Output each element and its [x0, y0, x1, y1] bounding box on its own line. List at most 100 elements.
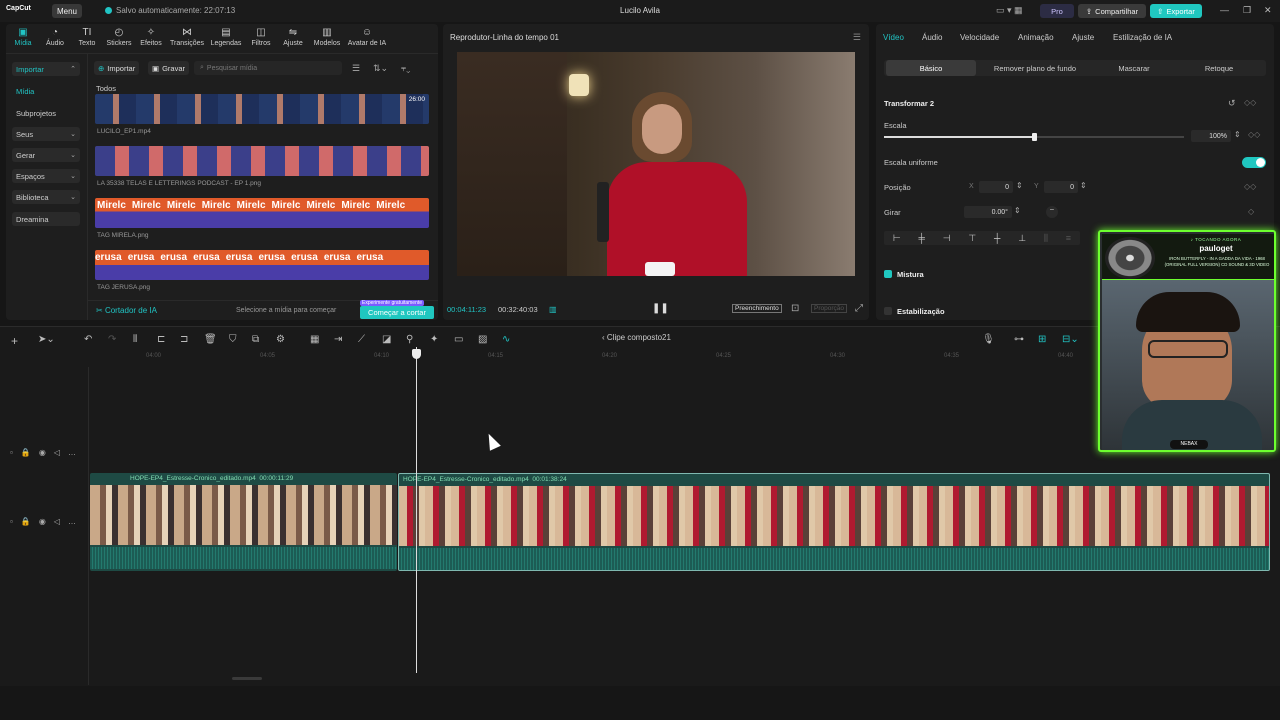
eye-icon[interactable]: ◉ [39, 517, 46, 526]
export-button[interactable]: ⇧ Exportar [1150, 4, 1202, 18]
scale-slider-knob[interactable] [1032, 133, 1037, 141]
waveform-icon[interactable]: ▥ [549, 305, 557, 314]
fill-button[interactable]: Preenchimento [732, 304, 782, 313]
ratio-button[interactable]: Proporção [811, 304, 847, 313]
stabilize-checkbox[interactable] [884, 307, 892, 315]
keyframe-icon[interactable]: ◇◇ [1248, 130, 1260, 139]
speed-icon[interactable]: ⚙ [276, 334, 285, 345]
keyframe-icon[interactable]: ◇◇ [1244, 182, 1256, 191]
more-icon[interactable]: … [68, 517, 76, 526]
menu-icon[interactable]: ☰ [853, 32, 861, 43]
undo-icon[interactable]: ↶ [84, 334, 92, 345]
share-button[interactable]: ⇪ Compartilhar [1078, 4, 1146, 18]
delete-icon[interactable]: 🗑 [204, 334, 217, 345]
tool-captions[interactable]: ▤ Legendas [209, 27, 243, 47]
rotate-field[interactable]: 0.00° [964, 206, 1012, 218]
sidebar-item-dreamina[interactable]: Dreamina [12, 212, 80, 226]
audio-wave-icon[interactable]: ∿ [502, 334, 510, 345]
tool-audio[interactable]: ◔ Áudio [38, 27, 72, 47]
eye-icon[interactable]: ◉ [39, 448, 46, 457]
align-middle-icon[interactable]: ┼ [994, 233, 1000, 243]
redo-icon[interactable]: ↷ [108, 334, 116, 345]
transform-heading[interactable]: Transformar 2 [884, 99, 934, 108]
distribute-h-icon[interactable]: ⫼ [1044, 233, 1048, 244]
crop-icon[interactable]: ⊡ [791, 303, 799, 314]
subtab-retouch[interactable]: Retoque [1174, 60, 1264, 76]
thumbnail-icon[interactable]: ▨ [478, 334, 487, 345]
scale-slider[interactable] [884, 133, 1184, 141]
media-clip-tag-mirela[interactable]: Mirelc Mirelc Mirelc Mirelc Mirelc Mirelc Mire… [95, 198, 429, 228]
link-icon[interactable]: ⊶ [1014, 334, 1024, 345]
speaker-icon[interactable]: ◁ [54, 517, 60, 526]
sidebar-item-library[interactable]: Biblioteca ⌄ [12, 190, 80, 204]
trim-right-icon[interactable]: ⊐ [180, 334, 188, 345]
tool-stickers[interactable]: ◴ Stickers [102, 27, 136, 47]
sort-icon[interactable]: ⇅⌄ [373, 63, 388, 74]
filter-icon[interactable]: ⫧⌄ [401, 63, 410, 74]
media-clip-tag-jerusa[interactable]: erusa erusa erusa erusa erusa erusa erusa erusa… [95, 250, 429, 280]
track-icon[interactable]: ▫ [10, 448, 13, 457]
tool-media[interactable]: ▣ Mídia [6, 27, 40, 47]
stepper-icon[interactable]: ⇕ [1016, 181, 1023, 190]
lock-icon[interactable]: 🔒 [21, 517, 31, 526]
tool-adjust[interactable]: ⇋ Ajuste [276, 27, 310, 47]
align-right-icon[interactable]: ⊣ [943, 233, 951, 244]
align-left-icon[interactable]: ⊢ [893, 233, 901, 244]
mic-icon[interactable]: 🎙 [982, 334, 995, 345]
tab-audio[interactable]: Áudio [922, 33, 942, 42]
more-icon[interactable]: … [68, 448, 76, 457]
pro-button[interactable]: Pro [1040, 4, 1074, 18]
tool-templates[interactable]: ▥ Modelos [310, 27, 344, 47]
marker-icon[interactable]: ⛉ [229, 334, 237, 345]
minimize-icon[interactable]: — [1220, 5, 1229, 15]
timeline-clip-selected[interactable]: HOPE-EP4_Estresse-Cronico_editado.mp4 00… [398, 473, 1270, 571]
pos-x-field[interactable]: 0 [979, 181, 1013, 193]
sidebar-item-generate[interactable]: Gerar ⌄ [12, 148, 80, 162]
align-bottom-icon[interactable]: ⊥ [1018, 233, 1026, 244]
tool-transitions[interactable]: ⋈ Transições [170, 27, 204, 47]
compound-clip-breadcrumb[interactable]: ‹ Clipe composto21 [602, 333, 671, 342]
stabilize-label[interactable]: Estabilização [897, 307, 945, 316]
reset-icon[interactable]: ↺ [1228, 98, 1236, 109]
media-clip-image[interactable] [95, 146, 429, 176]
person-icon[interactable]: ⚲ [406, 334, 413, 345]
sidebar-item-subprojects[interactable]: Subprojetos [12, 106, 80, 120]
subtab-mask[interactable]: Mascarar [1094, 60, 1174, 76]
fullscreen-icon[interactable]: ⤢ [855, 303, 863, 314]
close-icon[interactable]: ✕ [1264, 5, 1272, 16]
pos-y-field[interactable]: 0 [1044, 181, 1078, 193]
uniform-scale-toggle[interactable] [1242, 157, 1266, 168]
tool-ai-avatar[interactable]: ☺ Avatar de IA [344, 27, 390, 47]
playhead[interactable] [416, 347, 417, 673]
maximize-icon[interactable]: ❐ [1243, 5, 1251, 16]
tab-speed[interactable]: Velocidade [960, 33, 999, 42]
align-top-icon[interactable]: ⊤ [968, 233, 976, 244]
sidebar-item-spaces[interactable]: Espaços ⌄ [12, 169, 80, 183]
lock-icon[interactable]: 🔒 [21, 448, 31, 457]
tool-text[interactable]: TI Texto [70, 27, 104, 47]
tab-animation[interactable]: Animação [1018, 33, 1054, 42]
sidebar-import[interactable]: Importar ⌃ [12, 62, 80, 76]
add-track-icon[interactable]: + [11, 334, 18, 348]
sidebar-item-media[interactable]: Mídia [12, 84, 80, 98]
align-center-icon[interactable]: ╪ [919, 233, 925, 243]
blend-label[interactable]: Mistura [897, 270, 924, 279]
horizontal-scrollbar[interactable] [232, 677, 262, 680]
split-icon[interactable]: ⫴ [133, 334, 137, 345]
mirror-icon[interactable]: ⟋ [358, 334, 365, 345]
search-input[interactable]: Pesquisar mídia [207, 65, 257, 72]
tab-video[interactable]: Vídeo [883, 33, 904, 42]
tool-filters[interactable]: ◫ Filtros [244, 27, 278, 47]
playhead-handle[interactable] [412, 349, 421, 359]
timeline-clip[interactable]: HOPE-EP4_Estresse-Cronico_editado.mp4 00… [90, 473, 397, 571]
tab-ai-style[interactable]: Estilização de IA [1113, 33, 1172, 42]
ai-cutter-label[interactable]: ✂ Cortador de IA [96, 306, 157, 315]
menu-button[interactable]: Menu [52, 4, 82, 18]
stepper-icon[interactable]: ⇕ [1080, 181, 1087, 190]
magic-icon[interactable]: ✦ [430, 334, 438, 345]
pause-icon[interactable]: ❚❚ [652, 303, 669, 314]
media-search[interactable]: ⌕ Pesquisar mídia [194, 61, 342, 75]
subtab-basic[interactable]: Básico [886, 60, 976, 76]
record-button[interactable]: ▣ Gravar [148, 61, 190, 75]
stepper-icon[interactable]: ⇕ [1014, 206, 1021, 215]
